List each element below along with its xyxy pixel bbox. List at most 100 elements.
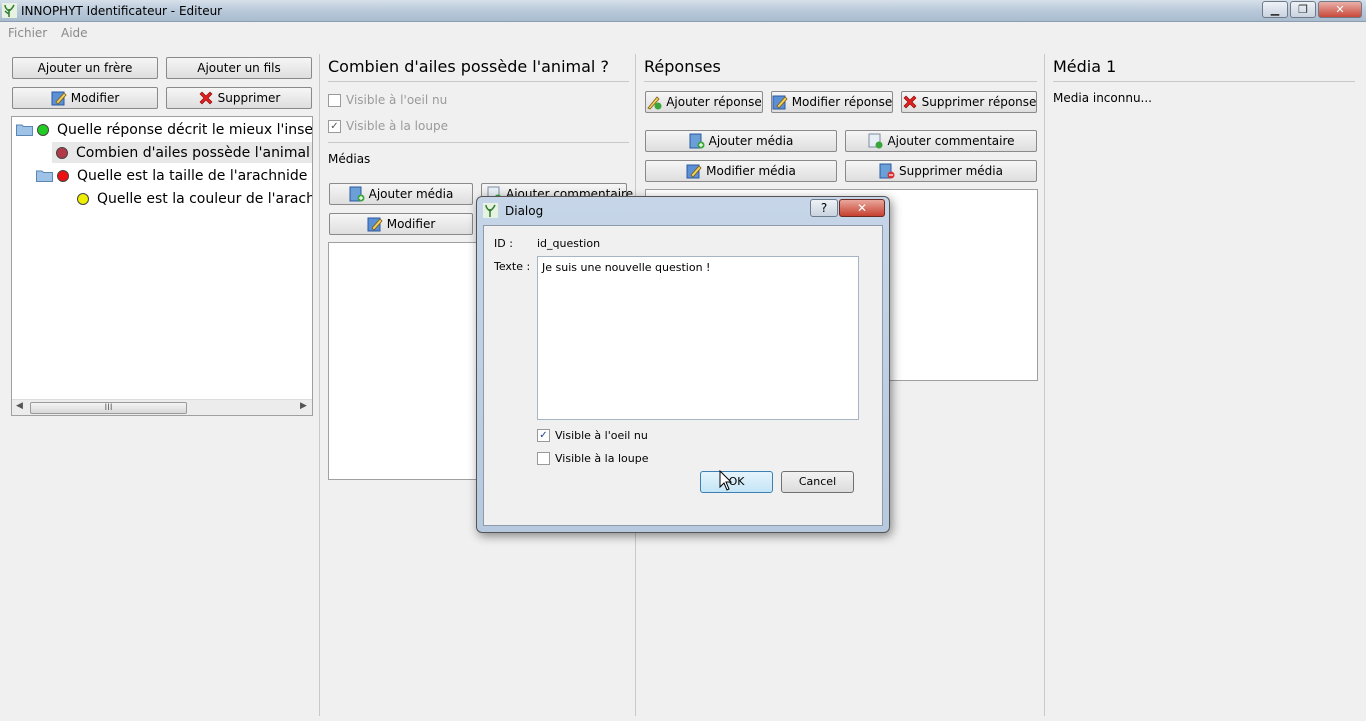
visible-magnifier-checkbox[interactable]: ✓ Visible à la loupe [328, 119, 448, 133]
add-answer-button[interactable]: Ajouter réponse [645, 91, 763, 113]
add-comment-icon [868, 133, 883, 149]
divider [328, 142, 629, 143]
media-label: Médias [328, 152, 371, 166]
title-bar: INNOPHYT Identificateur - Editeur ▁ ❐ ✕ [0, 0, 1366, 22]
tree-item-selected[interactable]: Combien d'ailes possède l'animal [52, 142, 312, 163]
mouse-cursor-icon [719, 470, 733, 491]
checkbox-label: Visible à l'oeil nu [346, 93, 448, 107]
checkbox-label: Visible à la loupe [346, 119, 448, 133]
visible-naked-eye-checkbox[interactable]: Visible à l'oeil nu [328, 93, 447, 107]
media-list[interactable] [328, 242, 478, 480]
close-button[interactable]: ✕ [1318, 1, 1362, 18]
status-dot-icon [56, 146, 68, 159]
answer-delete-media-button[interactable]: Supprimer média [845, 160, 1037, 182]
scroll-left-icon[interactable]: ◀ [16, 401, 23, 411]
question-title: Combien d'ailes possède l'animal ? [328, 57, 609, 76]
edit-answer-button[interactable]: Modifier réponse [771, 91, 893, 113]
id-label: ID : [494, 237, 513, 250]
edit-media-icon [686, 164, 702, 179]
menu-fichier[interactable]: Fichier [8, 26, 47, 40]
panel-divider[interactable] [1044, 54, 1045, 716]
divider [644, 81, 1037, 82]
answers-title: Réponses [644, 57, 721, 76]
scroll-right-icon[interactable]: ▶ [300, 401, 307, 411]
dialog-title: Dialog [505, 204, 544, 218]
tree-item-label: Combien d'ailes possède l'animal [76, 144, 310, 161]
app-plant-icon [483, 203, 498, 218]
delete-media-label: Supprimer média [899, 164, 1003, 178]
tree-item[interactable]: Quelle réponse décrit le mieux l'insec [16, 119, 313, 140]
delete-label: Supprimer [217, 91, 281, 105]
dialog-visible-magnifier-checkbox[interactable]: Visible à la loupe [537, 452, 648, 465]
add-sibling-label: Ajouter un frère [37, 61, 133, 75]
status-dot-icon [57, 169, 69, 182]
id-value: id_question [537, 237, 601, 250]
add-media-icon [349, 186, 365, 202]
delete-x-icon [903, 95, 917, 109]
edit-icon [772, 95, 788, 110]
checkbox-box [537, 452, 550, 465]
checkbox-label: Visible à la loupe [555, 452, 649, 465]
divider [328, 81, 629, 82]
edit-question-button[interactable]: Modifier [12, 87, 158, 109]
folder-icon [36, 170, 53, 182]
delete-media-icon [879, 163, 895, 179]
window-title: INNOPHYT Identificateur - Editeur [21, 4, 223, 18]
text-label: Texte : [494, 260, 531, 273]
media-status: Media inconnu... [1053, 91, 1152, 105]
tree-item-label: Quelle réponse décrit le mieux l'insec [57, 121, 313, 138]
add-media-icon [689, 133, 705, 149]
scroll-thumb[interactable]: III [30, 402, 187, 414]
add-media-label: Ajouter média [708, 134, 794, 148]
add-media-label: Ajouter média [368, 187, 454, 201]
scroll-grip: III [104, 403, 113, 413]
checkbox-label: Visible à l'oeil nu [555, 429, 648, 442]
add-child-button[interactable]: Ajouter un fils [166, 57, 312, 79]
edit-label: Modifier [386, 217, 436, 231]
divider [1053, 81, 1355, 82]
dialog-visible-naked-eye-checkbox[interactable]: ✓ Visible à l'oeil nu [537, 429, 648, 442]
edit-icon [51, 91, 67, 106]
menu-bar: Fichier Aide [0, 23, 1366, 43]
horizontal-scrollbar[interactable]: ◀ III ▶ [12, 399, 312, 415]
tree-item-label: Quelle est la taille de l'arachnide ? [77, 167, 313, 184]
minimize-button[interactable]: ▁ [1262, 1, 1288, 18]
answer-add-comment-button[interactable]: Ajouter commentaire [845, 130, 1037, 152]
ok-button[interactable]: OK [700, 471, 773, 493]
edit-media-label: Modifier média [706, 164, 796, 178]
edit-answer-label: Modifier réponse [791, 95, 893, 109]
delete-x-icon [199, 91, 213, 105]
add-answer-label: Ajouter réponse [666, 95, 762, 109]
tree-item[interactable]: Quelle est la couleur de l'arachr [77, 188, 312, 209]
app-plant-icon [2, 3, 17, 18]
edit-label: Modifier [70, 91, 120, 105]
panel-divider[interactable] [319, 54, 320, 716]
status-dot-icon [37, 123, 49, 136]
answer-edit-media-button[interactable]: Modifier média [645, 160, 837, 182]
menu-aide[interactable]: Aide [61, 26, 88, 40]
cancel-button[interactable]: Cancel [781, 471, 854, 493]
delete-answer-button[interactable]: Supprimer réponse [901, 91, 1037, 113]
tree-item[interactable]: Quelle est la taille de l'arachnide ? [36, 165, 313, 186]
add-comment-label: Ajouter commentaire [887, 134, 1015, 148]
question-dialog: Dialog ? ✕ ID : id_question Texte : Je s… [476, 196, 890, 533]
answer-add-media-button[interactable]: Ajouter média [645, 130, 837, 152]
checkbox-box [328, 93, 341, 107]
question-text-field[interactable]: Je suis une nouvelle question ! [537, 256, 859, 420]
add-sibling-button[interactable]: Ajouter un frère [12, 57, 158, 79]
dialog-body: ID : id_question Texte : Je suis une nou… [483, 225, 883, 526]
edit-media-button[interactable]: Modifier [329, 213, 473, 235]
dialog-close-button[interactable]: ✕ [839, 199, 885, 217]
question-tree[interactable]: Quelle réponse décrit le mieux l'insec C… [11, 116, 313, 416]
add-answer-icon [647, 96, 662, 110]
status-dot-icon [77, 192, 89, 205]
checkbox-box: ✓ [537, 429, 550, 442]
add-child-label: Ajouter un fils [197, 61, 281, 75]
edit-icon [367, 217, 383, 232]
delete-question-button[interactable]: Supprimer [166, 87, 312, 109]
delete-answer-label: Supprimer réponse [921, 95, 1037, 109]
add-media-button[interactable]: Ajouter média [329, 183, 473, 205]
media-title: Média 1 [1053, 57, 1117, 76]
maximize-button[interactable]: ❐ [1290, 1, 1316, 18]
help-button[interactable]: ? [810, 199, 838, 217]
